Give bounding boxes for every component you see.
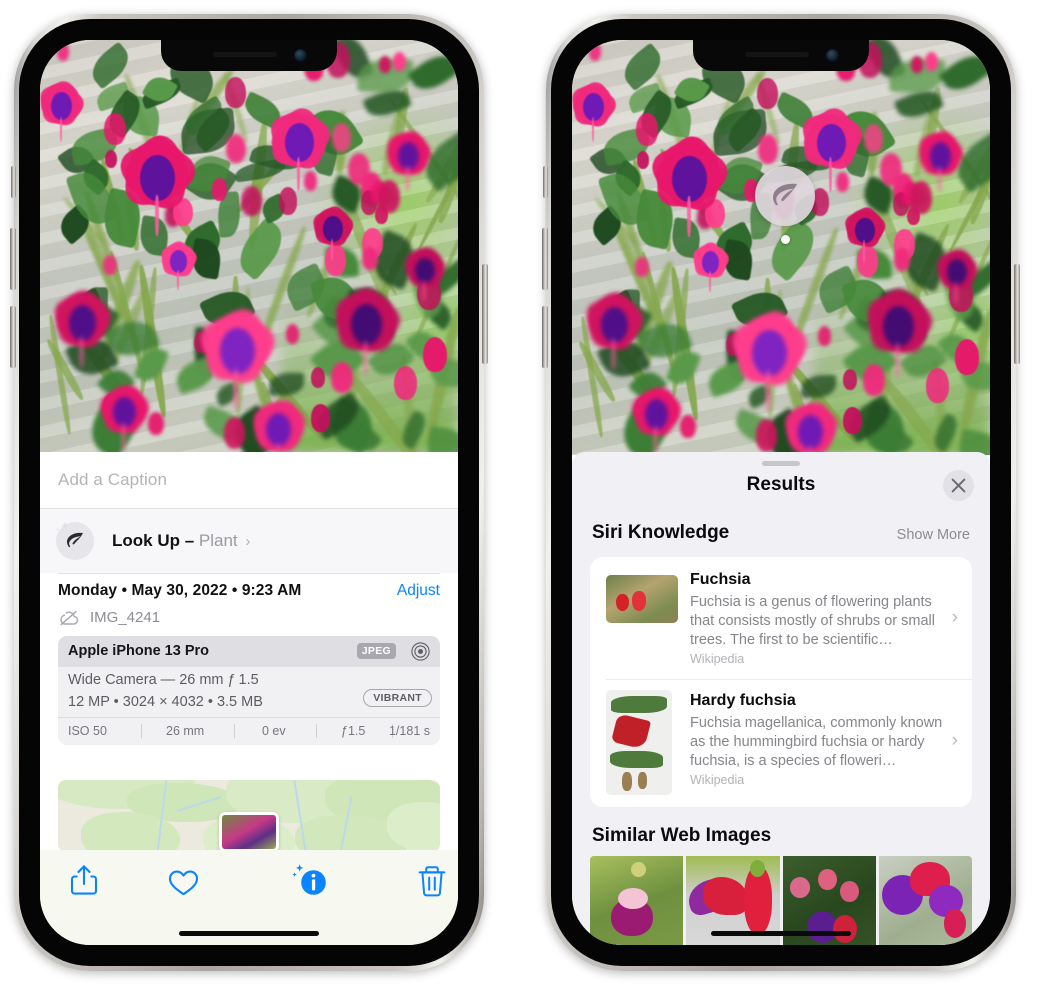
look-up-row[interactable]: Look Up – Plant › xyxy=(40,509,458,573)
look-up-label: Look Up – Plant › xyxy=(112,531,250,551)
exif-row: ISO 50 26 mm 0 ev ƒ1.5 1/181 s xyxy=(58,717,440,745)
home-indicator[interactable] xyxy=(179,931,319,936)
exif-iso: ISO 50 xyxy=(68,724,107,738)
list-item[interactable]: Hardy fuchsia Fuchsia magellanica, commo… xyxy=(590,680,972,807)
exif-shutter: 1/181 s xyxy=(388,724,430,738)
badge-pointer-dot xyxy=(781,235,790,244)
right-screen: Results Siri Knowledge Show More Fuchsia… xyxy=(572,40,990,945)
result-description: Fuchsia magellanica, commonly known as t… xyxy=(690,715,943,769)
silence-switch[interactable] xyxy=(543,166,548,198)
device-name: Apple iPhone 13 Pro xyxy=(68,643,209,659)
close-button[interactable] xyxy=(943,470,974,501)
leaf-icon xyxy=(773,183,797,206)
exif-separator xyxy=(234,724,235,738)
file-name: IMG_4241 xyxy=(90,609,161,626)
exif-focal: 26 mm xyxy=(166,724,205,738)
screenshot-root: Add a Caption Look Up – Plant › Monday •… xyxy=(0,0,1055,985)
chevron-right-icon: › xyxy=(245,533,251,550)
result-title: Fuchsia xyxy=(690,571,751,588)
siri-knowledge-heading: Siri Knowledge xyxy=(592,522,730,543)
photo-flowers xyxy=(40,40,458,452)
photographic-style-badge: VIBRANT xyxy=(363,689,432,707)
raw-aperture-icon xyxy=(411,642,430,661)
result-title: Hardy fuchsia xyxy=(690,692,796,709)
result-thumbnail xyxy=(606,690,672,795)
front-camera-icon xyxy=(826,49,839,62)
front-camera-icon xyxy=(294,49,307,62)
location-map[interactable] xyxy=(58,780,440,852)
notch xyxy=(161,40,337,71)
list-item[interactable]: Fuchsia Fuchsia is a genus of flowering … xyxy=(590,557,972,679)
exif-ev: 0 ev xyxy=(262,724,286,738)
photo-flowers xyxy=(572,40,990,455)
power-button[interactable] xyxy=(482,264,488,364)
photo-location-thumbnail xyxy=(219,812,279,852)
right-phone: Results Siri Knowledge Show More Fuchsia… xyxy=(542,14,1020,971)
silence-switch[interactable] xyxy=(11,166,16,198)
capture-date: Monday • May 30, 2022 • 9:23 AM xyxy=(58,582,302,599)
result-source: Wikipedia xyxy=(690,773,745,787)
sheet-title: Results xyxy=(746,474,816,495)
sheet-grabber[interactable] xyxy=(762,461,800,466)
info-sparkle-icon[interactable] xyxy=(292,863,328,897)
visual-look-up-badge[interactable] xyxy=(755,166,815,226)
chevron-right-icon: › xyxy=(951,730,958,751)
photo-viewer[interactable] xyxy=(572,40,990,455)
camera-card-body: Wide Camera — 26 mm ƒ 1.5 12 MP • 3024 ×… xyxy=(58,667,440,717)
volume-up-button[interactable] xyxy=(542,228,548,290)
volume-down-button[interactable] xyxy=(542,306,548,368)
similar-image-tile[interactable] xyxy=(878,856,972,945)
siri-knowledge-card: Fuchsia Fuchsia is a genus of flowering … xyxy=(590,557,972,807)
photo-metadata: Monday • May 30, 2022 • 9:23 AM Adjust I… xyxy=(40,574,458,634)
earpiece-speaker xyxy=(745,52,809,57)
similar-web-images-heading: Similar Web Images xyxy=(592,825,772,846)
adjust-button[interactable]: Adjust xyxy=(397,582,440,600)
exif-separator xyxy=(316,724,317,738)
chevron-right-icon: › xyxy=(951,607,958,628)
format-badge: JPEG xyxy=(356,643,396,659)
earpiece-speaker xyxy=(213,52,277,57)
result-thumbnail xyxy=(606,575,678,623)
power-button[interactable] xyxy=(1014,264,1020,364)
look-up-title: Look Up – xyxy=(112,531,195,550)
trash-icon[interactable] xyxy=(418,865,446,897)
look-up-subject: Plant xyxy=(198,531,238,550)
left-phone: Add a Caption Look Up – Plant › Monday •… xyxy=(10,14,488,971)
heart-icon[interactable] xyxy=(168,869,199,897)
close-icon xyxy=(951,478,966,493)
notch xyxy=(693,40,869,71)
volume-up-button[interactable] xyxy=(10,228,16,290)
result-source: Wikipedia xyxy=(690,652,745,666)
left-screen: Add a Caption Look Up – Plant › Monday •… xyxy=(40,40,458,945)
results-sheet: Results Siri Knowledge Show More Fuchsia… xyxy=(572,452,990,945)
volume-down-button[interactable] xyxy=(10,306,16,368)
exif-aperture: ƒ1.5 xyxy=(341,724,366,738)
result-description: Fuchsia is a genus of flowering plants t… xyxy=(690,594,935,648)
leaf-icon xyxy=(56,522,94,560)
camera-card-header: Apple iPhone 13 Pro JPEG xyxy=(58,636,440,667)
photo-viewer[interactable] xyxy=(40,40,458,452)
similar-image-tile[interactable] xyxy=(590,856,684,945)
cloud-slash-icon xyxy=(60,610,79,626)
share-icon[interactable] xyxy=(70,864,98,896)
home-indicator[interactable] xyxy=(711,931,851,936)
exif-separator xyxy=(141,724,142,738)
lens-line: Wide Camera — 26 mm ƒ 1.5 xyxy=(68,672,259,688)
caption-field[interactable]: Add a Caption xyxy=(40,452,458,508)
size-line: 12 MP • 3024 × 4032 • 3.5 MB xyxy=(68,694,263,710)
caption-placeholder: Add a Caption xyxy=(58,470,168,489)
camera-info-card[interactable]: Apple iPhone 13 Pro JPEG Wide Camera — 2… xyxy=(58,636,440,745)
show-more-button[interactable]: Show More xyxy=(897,527,970,543)
